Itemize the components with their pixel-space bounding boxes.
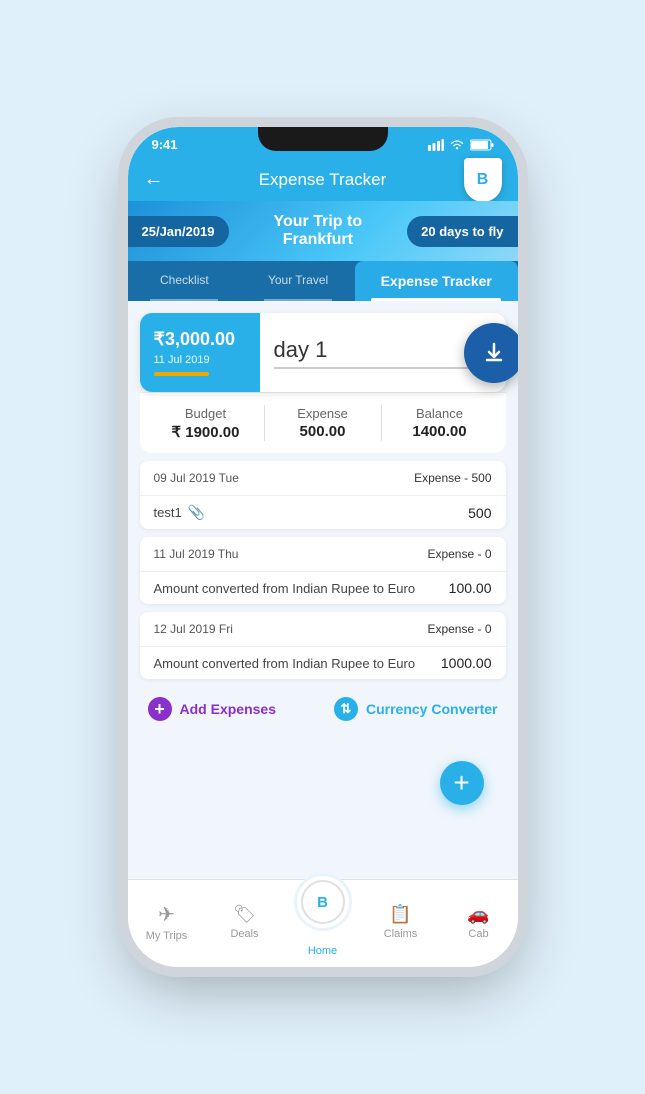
add-expense-label: Add Expenses [180, 701, 276, 717]
tab-your-travel[interactable]: Your Travel [241, 261, 355, 301]
header-title: Expense Tracker [174, 170, 472, 190]
download-button[interactable] [464, 323, 518, 383]
nav-cab[interactable]: 🚗 Cab [440, 904, 518, 940]
expense-item-name-1: test1 [154, 505, 182, 520]
battery-icon [470, 139, 494, 151]
nav-my-trips-label: My Trips [146, 930, 188, 942]
budget-label: Budget [185, 406, 226, 421]
expense-item-left-2: Amount converted from Indian Rupee to Eu… [154, 581, 416, 596]
deals-icon: 🏷 [233, 904, 256, 925]
claims-icon: 📋 [389, 904, 411, 925]
balance-col: Balance 1400.00 [382, 406, 498, 440]
banner-trip-name: Your Trip to Frankfurt [229, 213, 408, 249]
balance-value: 1400.00 [412, 423, 466, 440]
tab-expense-tracker[interactable]: Expense Tracker [355, 261, 518, 301]
tab-checklist[interactable]: Checklist [128, 261, 242, 301]
currency-converter-button[interactable]: ⇅ Currency Converter [334, 697, 498, 721]
progress-bar [154, 372, 209, 376]
nav-home[interactable]: B Home [284, 886, 362, 957]
fab-button[interactable]: + [440, 761, 484, 805]
nav-cab-label: Cab [468, 928, 488, 940]
back-button[interactable]: ← [144, 168, 164, 191]
tabs-row: Checklist Your Travel Expense Tracker [128, 261, 518, 301]
action-row: + Add Expenses ⇅ Currency Converter [128, 687, 518, 731]
download-icon [482, 341, 506, 365]
expense-entry-2: 11 Jul 2019 Thu Expense - 0 Amount conve… [140, 537, 506, 604]
nav-home-label: Home [308, 945, 337, 957]
expense-item-left-3: Amount converted from Indian Rupee to Eu… [154, 656, 416, 671]
expense-header-2: 11 Jul 2019 Thu Expense - 0 [140, 537, 506, 572]
header-logo: B [464, 158, 502, 202]
expense-type-2: Expense - 0 [427, 547, 491, 561]
budget-col: Budget ₹ 1900.00 [148, 406, 264, 441]
currency-converter-label: Currency Converter [366, 701, 498, 717]
budget-value: ₹ 1900.00 [172, 423, 240, 441]
expense-item-name-2: Amount converted from Indian Rupee to Eu… [154, 581, 416, 596]
expense-type-1: Expense - 500 [414, 471, 491, 485]
expense-type-3: Expense - 0 [427, 622, 491, 636]
bottom-nav: ✈ My Trips 🏷 Deals B Home 📋 [128, 879, 518, 967]
nav-claims-label: Claims [384, 928, 418, 940]
expense-amount-1: 500 [468, 505, 491, 521]
nav-deals[interactable]: 🏷 Deals [206, 904, 284, 940]
expense-col: Expense 500.00 [265, 406, 381, 440]
status-icons [428, 139, 494, 151]
expense-amount-2: 100.00 [449, 580, 492, 596]
signal-icon [428, 139, 444, 151]
expense-date-2: 11 Jul 2019 Thu [154, 547, 239, 561]
day-card: ₹3,000.00 11 Jul 2019 day 1 [140, 313, 506, 392]
expense-entry-3: 12 Jul 2019 Fri Expense - 0 Amount conve… [140, 612, 506, 679]
expense-item-name-3: Amount converted from Indian Rupee to Eu… [154, 656, 416, 671]
nav-deals-label: Deals [230, 928, 258, 940]
plane-icon: ✈ [158, 902, 175, 927]
day-date: 11 Jul 2019 [154, 354, 210, 366]
expense-item-left-1: test1 📎 [154, 504, 206, 521]
expense-entry-1: 09 Jul 2019 Tue Expense - 500 test1 📎 50… [140, 461, 506, 529]
day-label: day 1 [274, 337, 492, 369]
balance-label: Balance [416, 406, 463, 421]
expense-date-1: 09 Jul 2019 Tue [154, 471, 239, 485]
currency-icon: ⇅ [334, 697, 358, 721]
expense-label: Expense [297, 406, 348, 421]
add-expense-button[interactable]: + Add Expenses [148, 697, 276, 721]
home-logo: B [301, 880, 345, 924]
budget-row: Budget ₹ 1900.00 Expense 500.00 Balance … [140, 392, 506, 453]
expense-amount-3: 1000.00 [441, 655, 492, 671]
expense-item-row-2: Amount converted from Indian Rupee to Eu… [140, 572, 506, 604]
day-amount-box: ₹3,000.00 11 Jul 2019 [140, 313, 260, 392]
add-icon: + [148, 697, 172, 721]
logo-letter: B [477, 171, 489, 189]
expense-date-3: 12 Jul 2019 Fri [154, 622, 233, 636]
day-amount: ₹3,000.00 [154, 329, 236, 350]
app-header: ← Expense Tracker B [128, 158, 518, 201]
nav-claims[interactable]: 📋 Claims [362, 904, 440, 940]
banner-days: 20 days to fly [407, 216, 517, 247]
expense-header-1: 09 Jul 2019 Tue Expense - 500 [140, 461, 506, 496]
home-logo-letter: B [317, 894, 328, 911]
expense-item-row-3: Amount converted from Indian Rupee to Eu… [140, 647, 506, 679]
trip-banner: 25/Jan/2019 Your Trip to Frankfurt 20 da… [128, 201, 518, 261]
wifi-icon [449, 139, 465, 151]
expense-item-row-1: test1 📎 500 [140, 496, 506, 529]
expense-value: 500.00 [300, 423, 346, 440]
attachment-icon-1: 📎 [188, 504, 205, 521]
expense-header-3: 12 Jul 2019 Fri Expense - 0 [140, 612, 506, 647]
cab-icon: 🚗 [467, 904, 489, 925]
home-button[interactable]: B [297, 876, 349, 928]
banner-date: 25/Jan/2019 [128, 216, 229, 247]
status-time: 9:41 [152, 137, 178, 152]
nav-my-trips[interactable]: ✈ My Trips [128, 902, 206, 942]
